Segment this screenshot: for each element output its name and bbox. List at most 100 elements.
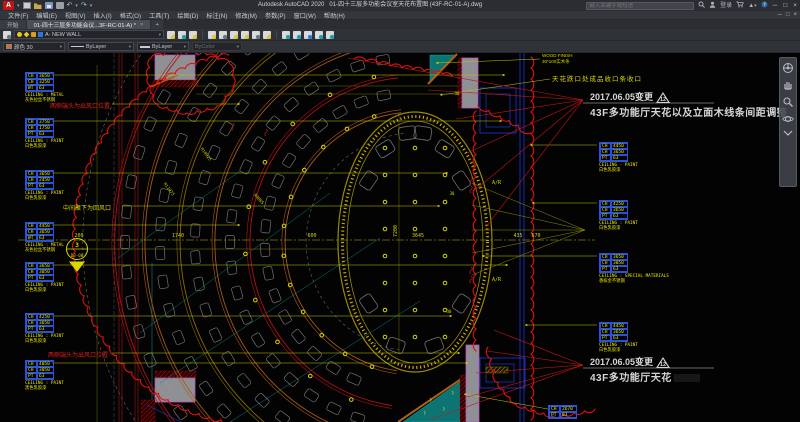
undo-dropdown-icon[interactable]: ▾ <box>75 3 78 9</box>
redo-icon[interactable]: ↷ <box>81 2 87 9</box>
layer-state-icon-3[interactable] <box>230 31 238 39</box>
layer-lock-icon[interactable] <box>31 32 36 37</box>
note-air-outlet-top: 两侧端头为出风口位置 <box>50 101 110 110</box>
chevron-down-icon[interactable]: ▾ <box>184 44 186 50</box>
color-dropdown[interactable]: 颜色 30 ▾ <box>3 42 65 51</box>
tab-start[interactable]: 开始 <box>0 20 26 29</box>
section-number: 3 <box>75 242 79 249</box>
note-wood-finish: WOOD FINISH 30*100实木条 <box>542 53 573 64</box>
tab-document[interactable]: 01-四十三层多功能会议...3F-RC-01-A) * × <box>27 20 151 29</box>
doc-restore-button[interactable]: □ <box>786 12 790 18</box>
close-button[interactable]: × <box>792 2 798 9</box>
menu-item[interactable]: 修改(M) <box>231 11 261 20</box>
menu-item[interactable]: 帮助(H) <box>320 11 349 20</box>
new-drawing-icon[interactable] <box>23 2 31 9</box>
steering-wheel-icon[interactable] <box>782 62 794 74</box>
revision-note-top: 2017.06.05变更 12 43F多功能厅天花以及立面木线条间距调整 <box>590 90 787 119</box>
layer-properties-icon[interactable] <box>3 31 11 39</box>
autodesk-apps-icon[interactable]: ▲▾ <box>748 2 756 10</box>
layer-color-swatch <box>38 32 43 37</box>
navbar-more-icon[interactable] <box>783 130 793 136</box>
elevation-label: CH4450 CH3650 WT63 CEILING : METAL 灰色拉丝不… <box>25 222 64 254</box>
finish-spec-line1: CEILING : SPECIAL MATERIALS <box>599 274 669 279</box>
signin-label[interactable]: 登录 <box>720 2 732 10</box>
layer-on-icon[interactable] <box>17 32 22 37</box>
layer-state-icon-1[interactable] <box>208 31 216 39</box>
finish-spec-line2: 香槟金不锈钢 <box>599 279 669 284</box>
drawing-canvas[interactable]: 200 1740 600 3645 435 670 7200 A/R A/R R… <box>0 53 800 422</box>
autocad-logo-icon[interactable]: A <box>3 1 14 10</box>
menu-bar: 文件(F) 编辑(E) 视图(V) 插入(I) 格式(O) 工具(T) 绘图(D… <box>0 11 800 20</box>
current-layer-name: A- NEW WALL <box>45 32 81 38</box>
tab-close-icon[interactable]: × <box>140 22 143 28</box>
properties-toolbar: 颜色 30 ▾ ByLayer ▾ ByLayer ▾ ByColor ▾ <box>0 41 800 53</box>
layer-state-icon-11[interactable] <box>326 31 334 39</box>
doc-close-button[interactable]: × <box>793 12 797 18</box>
layer-state-icon-7[interactable] <box>282 31 290 39</box>
finish-spec-line1: CEILING : PAINT <box>25 139 64 144</box>
cart-icon[interactable] <box>736 1 744 11</box>
restore-button[interactable]: □ <box>782 2 788 9</box>
layer-dropdown[interactable]: A- NEW WALL ▾ <box>14 30 164 39</box>
chevron-down-icon[interactable]: ▾ <box>60 44 62 50</box>
doc-minimize-button[interactable]: ─ <box>778 12 782 18</box>
qat-customize-icon[interactable]: ▾ <box>90 3 93 9</box>
menu-item[interactable]: 文件(F) <box>4 11 32 20</box>
radius-label: R9865 <box>253 193 265 206</box>
search-icon[interactable] <box>698 1 705 11</box>
revision-delta-icon: 12 <box>656 92 670 103</box>
layer-state-icon-4[interactable] <box>241 31 249 39</box>
plotstyle-dropdown: ByColor ▾ <box>192 42 242 51</box>
help-icon[interactable]: ? <box>761 1 768 11</box>
chevron-down-icon[interactable]: ▾ <box>159 32 161 38</box>
layer-thaw-icon[interactable] <box>24 32 30 38</box>
finish-spec-line1: CEILING : PAINT <box>599 221 638 226</box>
plot-icon[interactable] <box>56 2 64 9</box>
menu-item[interactable]: 编辑(E) <box>32 11 61 20</box>
layer-state-icon-6[interactable] <box>263 31 271 39</box>
finish-spec-line1: CEILING : PAINT <box>25 381 64 386</box>
revision-note-bottom: 2017.06.05变更 12 43F多功能厅天花 <box>590 355 700 384</box>
color-swatch <box>6 44 12 49</box>
color-value: 颜色 30 <box>14 43 33 51</box>
menu-item[interactable]: 标注(N) <box>202 11 231 20</box>
layer-tool-icon-2[interactable] <box>178 31 186 39</box>
undo-icon[interactable]: ↶ <box>67 2 73 9</box>
menu-item[interactable]: 格式(O) <box>116 11 145 20</box>
linetype-dropdown[interactable]: ByLayer ▾ <box>68 42 134 51</box>
menu-item[interactable]: 插入(I) <box>90 11 116 20</box>
new-tab-button[interactable]: + <box>151 20 162 29</box>
layer-tool-icon-1[interactable] <box>167 31 175 39</box>
layer-state-icon-8[interactable] <box>293 31 301 39</box>
menu-item[interactable]: 参数(P) <box>261 11 290 20</box>
layer-state-icon-5[interactable] <box>252 31 260 39</box>
open-icon[interactable] <box>34 2 42 9</box>
toolbar-separator <box>202 30 203 39</box>
menu-item[interactable]: 绘图(D) <box>173 11 202 20</box>
navigation-bar <box>779 57 797 187</box>
finish-spec-line2: 白色乳胶漆 <box>599 168 638 173</box>
search-input[interactable] <box>586 2 694 10</box>
menu-item[interactable]: 窗口(W) <box>290 11 320 20</box>
lineweight-sample <box>140 46 150 48</box>
elevation-label: CH3650 CH3050 PT63 CEILING : SPECIAL MAT… <box>599 253 669 285</box>
minimize-button[interactable]: ─ <box>772 2 779 9</box>
app-menu-icon[interactable]: ▾ <box>17 3 20 9</box>
revision-delta-icon: 12 <box>656 357 670 368</box>
zoom-icon[interactable] <box>782 96 794 108</box>
chevron-down-icon[interactable]: ▾ <box>129 44 131 50</box>
elevation-label: CH3650 CH2450 PT63 CEILING : PAINT 白色乳胶漆 <box>25 170 64 202</box>
save-icon[interactable] <box>45 2 53 9</box>
layer-state-icon-2[interactable] <box>219 31 227 39</box>
layer-state-icon-9[interactable] <box>304 31 312 39</box>
pan-hand-icon[interactable] <box>782 79 794 91</box>
menu-item[interactable]: 工具(T) <box>145 11 173 20</box>
account-icon[interactable] <box>709 1 716 11</box>
dim-670: 670 <box>531 233 540 239</box>
layer-tool-icon-3[interactable] <box>189 31 197 39</box>
ar-label: A/R <box>492 180 502 186</box>
lineweight-dropdown[interactable]: ByLayer ▾ <box>137 42 189 51</box>
layer-state-icon-10[interactable] <box>315 31 323 39</box>
menu-item[interactable]: 视图(V) <box>61 11 90 20</box>
orbit-icon[interactable] <box>782 113 794 125</box>
